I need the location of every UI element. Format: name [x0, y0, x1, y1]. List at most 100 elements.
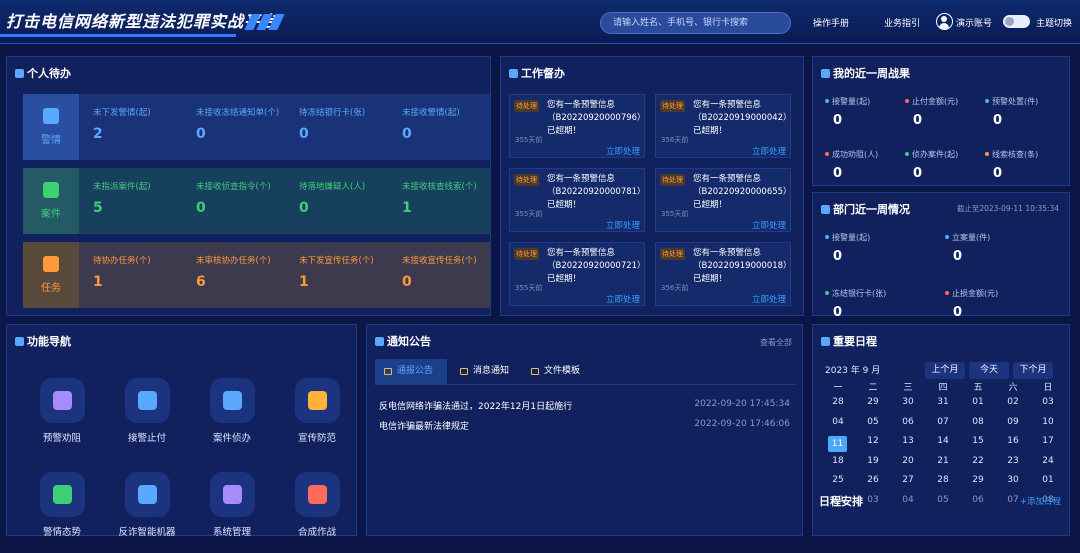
calendar-day[interactable]: 27 [893, 475, 923, 485]
notice-tab[interactable]: 文件模板 [522, 359, 592, 384]
todo-stat-value: 2 [93, 126, 103, 142]
stat-label-text: 预警处置(件) [992, 97, 1039, 106]
calendar-day[interactable]: 07 [928, 417, 958, 427]
todo-category-1[interactable]: 案件 [23, 168, 79, 234]
calendar-day[interactable]: 26 [858, 475, 888, 485]
calendar-day[interactable]: 28 [928, 475, 958, 485]
guide-link[interactable]: 业务指引 [884, 16, 920, 29]
nav-item[interactable]: 系统管理 [197, 472, 267, 538]
calendar-day[interactable]: 09 [998, 417, 1028, 427]
category-label: 任务 [41, 283, 61, 294]
user-avatar-icon[interactable] [936, 13, 953, 30]
pending-badge: 待处理 [660, 174, 685, 186]
nav-label: 合成作战 [297, 527, 336, 538]
dept-stat: 接警量(起) 0 [825, 232, 905, 264]
calendar-day[interactable]: 21 [928, 456, 958, 466]
stat-value: 0 [913, 113, 923, 128]
notice-title[interactable]: 电信诈骗最新法律规定 [379, 419, 469, 432]
handle-now-link[interactable]: 立即处理 [606, 219, 640, 231]
calendar-day[interactable]: 10 [1033, 417, 1063, 427]
nav-item[interactable]: 预警劝阻 [27, 378, 97, 444]
work-card-time: 355天前 [515, 136, 543, 144]
calendar-day[interactable]: 29 [963, 475, 993, 485]
todo-category-2[interactable]: 任务 [23, 242, 79, 308]
calendar-day[interactable]: 29 [858, 397, 888, 407]
todo-category-0[interactable]: 警情 [23, 94, 79, 160]
weekday-label: 日 [1043, 383, 1053, 393]
notice-title: 通知公告 [375, 333, 431, 349]
calendar-day[interactable]: 16 [998, 436, 1028, 446]
account-name[interactable]: 演示账号 [956, 16, 992, 29]
work-card-text: 您有一条预警信息（B20220920000655）已超期！ [693, 174, 788, 210]
stat-dot [945, 291, 949, 295]
calendar-day[interactable]: 01 [963, 397, 993, 407]
work-card-time: 355天前 [515, 210, 543, 218]
stat-label-text: 止损金额(元) [952, 289, 999, 298]
stat-label: 冻结银行卡(张) [825, 288, 905, 299]
handle-now-link[interactable]: 立即处理 [606, 145, 640, 157]
calendar-day[interactable]: 02 [998, 397, 1028, 407]
nav-label: 案件侦办 [212, 433, 251, 444]
nav-item[interactable]: 反诈智能机器 [112, 472, 182, 538]
handle-now-link[interactable]: 立即处理 [752, 219, 786, 231]
calendar-day[interactable]: 28 [823, 397, 853, 407]
theme-toggle[interactable] [1003, 15, 1030, 28]
calendar-day[interactable]: 23 [998, 456, 1028, 466]
nav-item[interactable]: 合成作战 [282, 472, 352, 538]
calendar-day[interactable]: 13 [893, 436, 923, 446]
calendar-day[interactable]: 05 [858, 417, 888, 427]
nav-label: 预警劝阻 [42, 433, 81, 444]
calendar-day[interactable]: 04 [823, 417, 853, 427]
calendar-day[interactable]: 06 [963, 495, 993, 505]
calendar-day[interactable]: 20 [893, 456, 923, 466]
calendar-day[interactable]: 22 [963, 456, 993, 466]
stat-value: 0 [953, 305, 963, 320]
nav-item[interactable]: 接警止付 [112, 378, 182, 444]
calendar-day[interactable]: 19 [858, 456, 888, 466]
calendar-day[interactable]: 03 [1033, 397, 1063, 407]
calendar-day[interactable]: 05 [928, 495, 958, 505]
calendar-day[interactable]: 31 [928, 397, 958, 407]
stat-dot [825, 152, 829, 156]
calendar-day[interactable]: 06 [893, 417, 923, 427]
calendar-day[interactable]: 30 [998, 475, 1028, 485]
calendar-day[interactable]: 24 [1033, 456, 1063, 466]
category-label: 案件 [41, 209, 61, 220]
nav-item[interactable]: 警情态势 [27, 472, 97, 538]
todo-stat-value: 0 [299, 126, 309, 142]
notice-tab[interactable]: 通报公告 [375, 359, 447, 384]
top-header: 打击电信网络新型违法犯罪实战平台 请输入姓名、手机号、银行卡搜索 操作手册 业务… [0, 0, 1080, 44]
handle-now-link[interactable]: 立即处理 [606, 293, 640, 305]
today-button[interactable]: 今天 [969, 362, 1009, 379]
notice-tab[interactable]: 消息通知 [451, 359, 517, 384]
prev-month-button[interactable]: 上个月 [925, 362, 965, 379]
calendar-day[interactable]: 18 [823, 456, 853, 466]
stat-label-text: 止付金额(元) [912, 97, 959, 106]
calendar-day[interactable]: 30 [893, 397, 923, 407]
notice-title[interactable]: 反电信网络诈骗法通过，2022年12月1日起施行 [379, 399, 572, 412]
manual-link[interactable]: 操作手册 [813, 16, 849, 29]
work-card: 待处理 您有一条预警信息（B20220920000655）已超期！ 355天前 立即处… [655, 168, 791, 232]
calendar-day[interactable]: 17 [1033, 436, 1063, 446]
calendar-day[interactable]: 08 [963, 417, 993, 427]
nav-item[interactable]: 案件侦办 [197, 378, 267, 444]
calendar-day[interactable]: 15 [963, 436, 993, 446]
calendar-day[interactable]: 11 [828, 436, 847, 452]
weekly-stat: 侦办案件(起) 0 [905, 149, 985, 181]
nav-item[interactable]: 宣传防范 [282, 378, 352, 444]
stat-value: 0 [993, 113, 1003, 128]
handle-now-link[interactable]: 立即处理 [752, 145, 786, 157]
calendar-day[interactable]: 01 [1033, 475, 1063, 485]
search-input[interactable]: 请输入姓名、手机号、银行卡搜索 [600, 12, 791, 34]
todo-stat-label: 未接收核查线索(个) [402, 182, 477, 192]
calendar-day[interactable]: 04 [893, 495, 923, 505]
add-schedule-button[interactable]: +添加日程 [1020, 495, 1061, 507]
dept-stat: 止损金额(元) 0 [945, 288, 1025, 320]
stat-dot [825, 291, 829, 295]
next-month-button[interactable]: 下个月 [1013, 362, 1053, 379]
handle-now-link[interactable]: 立即处理 [752, 293, 786, 305]
view-all-link[interactable]: 查看全部 [760, 337, 792, 348]
calendar-day[interactable]: 25 [823, 475, 853, 485]
calendar-day[interactable]: 12 [858, 436, 888, 446]
calendar-day[interactable]: 14 [928, 436, 958, 446]
